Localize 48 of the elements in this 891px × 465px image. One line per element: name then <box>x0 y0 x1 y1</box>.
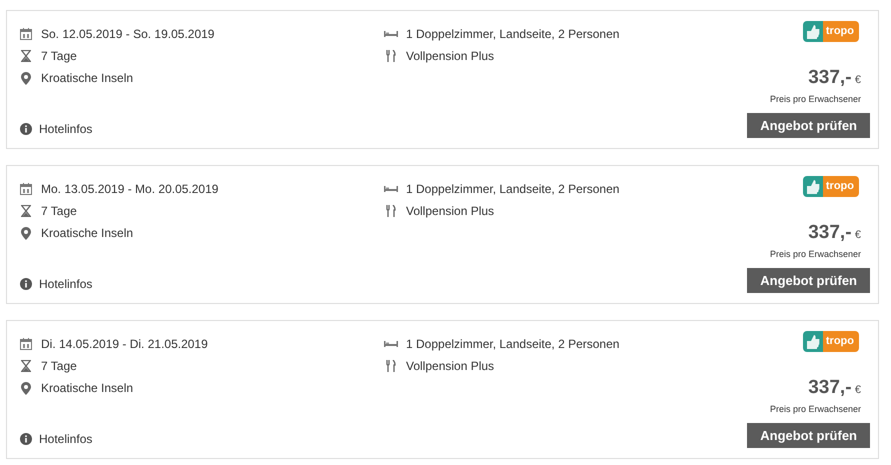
currency: € <box>854 384 861 396</box>
info-icon <box>19 122 33 136</box>
currency: € <box>854 229 861 241</box>
calendar-icon <box>19 182 33 196</box>
cutlery-icon <box>384 49 398 63</box>
board-info: Vollpension Plus <box>406 48 494 65</box>
price-note: Preis pro Erwachsener <box>770 92 861 106</box>
check-offer-button[interactable]: Angebot prüfen <box>747 112 870 138</box>
operator-logo: tropo <box>802 331 859 352</box>
info-icon <box>19 432 33 446</box>
travel-dates: Di. 14.05.2019 - Di. 21.05.2019 <box>41 336 208 353</box>
hourglass-icon <box>19 49 33 63</box>
price-note: Preis pro Erwachsener <box>770 402 861 416</box>
price: 337,- <box>808 67 852 88</box>
duration: 7 Tage <box>41 358 77 375</box>
board-info: Vollpension Plus <box>406 203 494 220</box>
room-info: 1 Doppelzimmer, Landseite, 2 Personen <box>406 26 620 43</box>
price-note: Preis pro Erwachsener <box>770 248 861 261</box>
region: Kroatische Inseln <box>41 225 134 242</box>
room-info: 1 Doppelzimmer, Landseite, 2 Personen <box>406 181 620 198</box>
hourglass-icon <box>19 359 33 373</box>
operator-logo: tropo <box>802 176 859 197</box>
price: 337,- <box>808 377 852 398</box>
operator-logo: tropo <box>802 21 859 42</box>
travel-dates: Mo. 13.05.2019 - Mo. 20.05.2019 <box>41 181 218 198</box>
check-offer-button[interactable]: Angebot prüfen <box>747 268 870 293</box>
board-info: Vollpension Plus <box>406 358 494 375</box>
room-info: 1 Doppelzimmer, Landseite, 2 Personen <box>406 336 620 353</box>
location-pin-icon <box>19 381 33 395</box>
check-offer-button[interactable]: Angebot prüfen <box>747 422 870 448</box>
hotel-info-link[interactable]: Hotelinfos <box>19 430 384 448</box>
currency: € <box>854 74 861 86</box>
hotel-info-link[interactable]: Hotelinfos <box>19 275 384 293</box>
region: Kroatische Inseln <box>41 70 134 87</box>
hotel-info-link[interactable]: Hotelinfos <box>19 120 384 138</box>
duration: 7 Tage <box>41 48 77 65</box>
travel-dates: So. 12.05.2019 - So. 19.05.2019 <box>41 26 214 43</box>
cutlery-icon <box>384 359 398 373</box>
duration: 7 Tage <box>41 203 77 220</box>
info-icon <box>19 277 33 291</box>
location-pin-icon <box>19 71 33 85</box>
calendar-icon <box>19 27 33 41</box>
cutlery-icon <box>384 204 398 218</box>
location-pin-icon <box>19 226 33 240</box>
hourglass-icon <box>19 204 33 218</box>
price: 337,- <box>808 222 852 243</box>
region: Kroatische Inseln <box>41 380 134 397</box>
calendar-icon <box>19 337 33 351</box>
